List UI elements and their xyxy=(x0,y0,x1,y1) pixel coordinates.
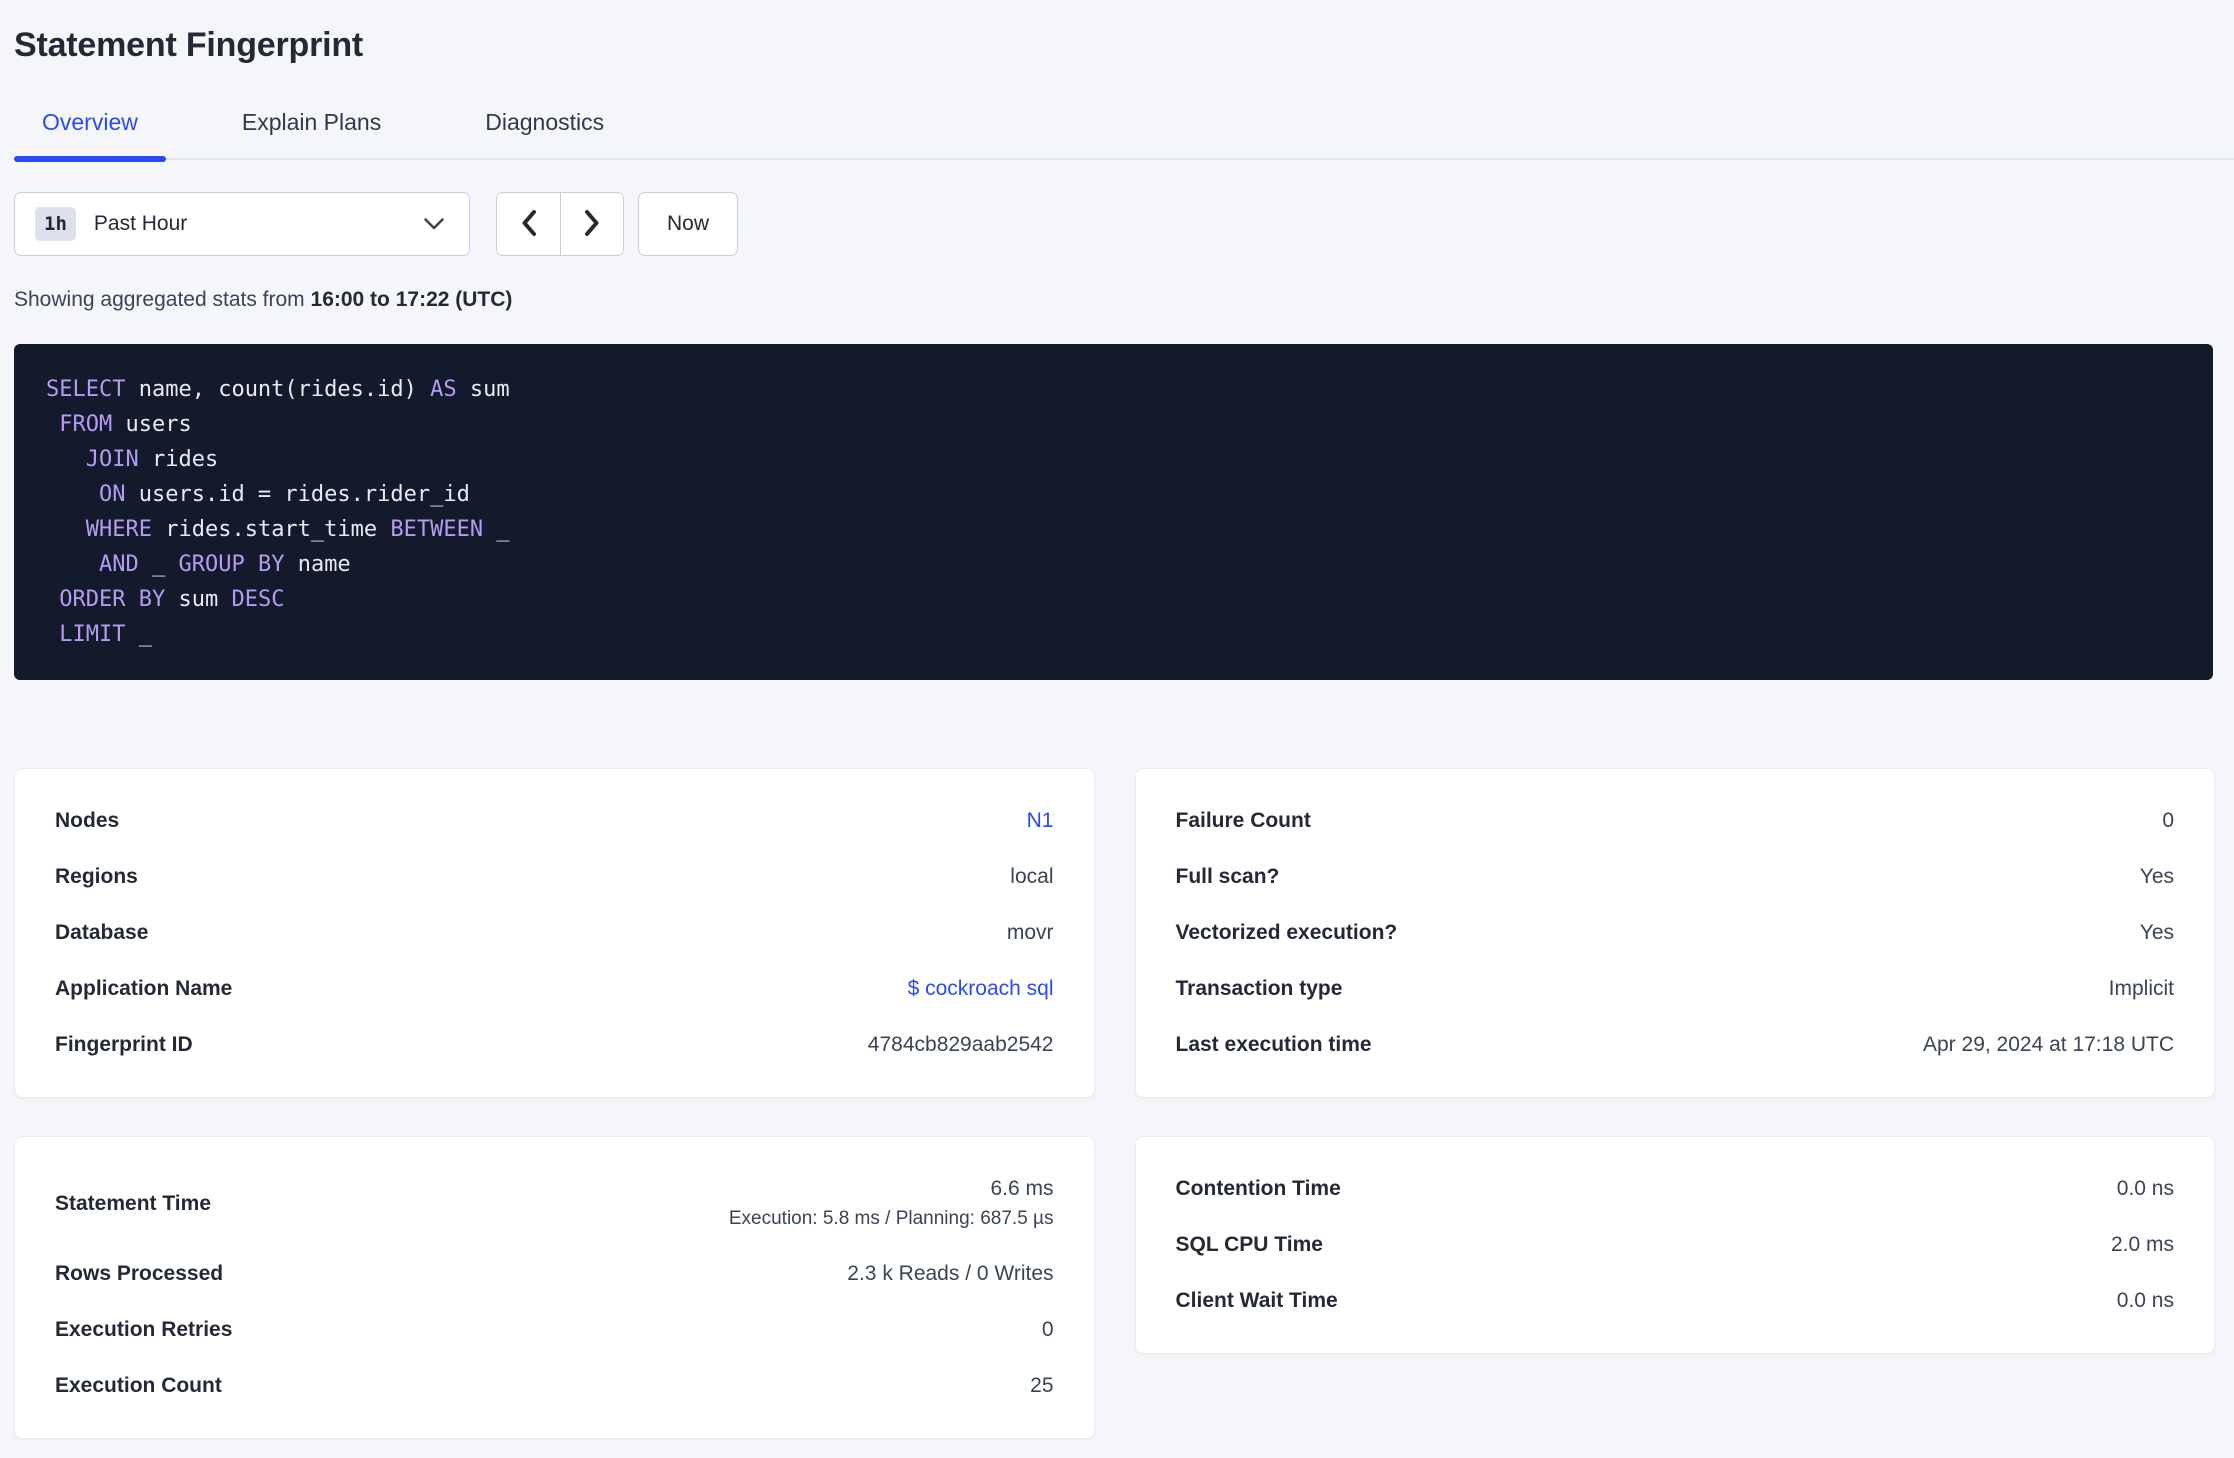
page-title: Statement Fingerprint xyxy=(14,26,364,64)
row-label-transaction-type: Transaction type xyxy=(1175,977,1343,1000)
sql-code: SELECT name, count(rides.id) AS sum FROM… xyxy=(46,377,510,647)
statement-fingerprint-page: Statement Fingerprint Overview Explain P… xyxy=(0,0,2234,1458)
card-wait-times: Contention Time 0.0 ns SQL CPU Time 2.0 … xyxy=(1134,1136,2215,1354)
row-label-application-name: Application Name xyxy=(55,977,233,1000)
time-range-pager xyxy=(496,192,624,256)
row-label-client-wait-time: Client Wait Time xyxy=(1175,1289,1338,1312)
vectorized-execution-value: Yes xyxy=(2139,921,2174,944)
row-label-nodes: Nodes xyxy=(55,809,120,832)
table-row: SQL CPU Time 2.0 ms xyxy=(1176,1217,2175,1273)
time-range-label: Past Hour xyxy=(93,212,188,235)
table-row: Fingerprint ID 4784cb829aab2542 xyxy=(55,1017,1054,1073)
table-row: Regions local xyxy=(55,849,1054,905)
row-label-regions: Regions xyxy=(55,865,138,888)
now-button[interactable]: Now xyxy=(638,192,739,256)
contention-time-value: 0.0 ns xyxy=(2116,1177,2174,1200)
transaction-type-value: Implicit xyxy=(2108,977,2174,1000)
chevron-left-icon xyxy=(518,208,540,241)
regions-value: local xyxy=(1010,865,1054,888)
row-label-database: Database xyxy=(55,921,149,944)
table-row: Transaction type Implicit xyxy=(1176,961,2175,1017)
time-range-badge: 1h xyxy=(35,207,76,241)
table-row: Vectorized execution? Yes xyxy=(1176,905,2175,961)
row-label-execution-retries: Execution Retries xyxy=(55,1318,233,1341)
summary-cards: Nodes N1 Regions local Database movr App… xyxy=(14,768,2215,1439)
row-label-contention-time: Contention Time xyxy=(1175,1177,1341,1200)
table-row: Failure Count 0 xyxy=(1176,793,2175,849)
prev-range-button[interactable] xyxy=(497,193,560,255)
tab-diagnostics[interactable]: Diagnostics xyxy=(457,99,632,158)
full-scan-value: Yes xyxy=(2139,865,2174,888)
sql-cpu-time-value: 2.0 ms xyxy=(2110,1233,2174,1256)
row-label-last-execution-time: Last execution time xyxy=(1175,1033,1372,1056)
card-execution-stats: Statement Time 6.6 ms Execution: 5.8 ms … xyxy=(14,1136,1095,1439)
tab-explain-plans[interactable]: Explain Plans xyxy=(214,99,409,158)
execution-count-value: 25 xyxy=(1030,1374,1054,1397)
row-label-sql-cpu-time: SQL CPU Time xyxy=(1175,1233,1323,1256)
chevron-down-icon xyxy=(423,217,445,231)
card-statement-details: Nodes N1 Regions local Database movr App… xyxy=(14,768,1095,1098)
rows-processed-value: 2.3 k Reads / 0 Writes xyxy=(847,1262,1054,1285)
row-label-vectorized-execution: Vectorized execution? xyxy=(1175,921,1398,944)
time-range-toolbar: 1h Past Hour Now xyxy=(14,192,2214,256)
statement-time-values: 6.6 ms Execution: 5.8 ms / Planning: 687… xyxy=(729,1177,1054,1230)
row-label-rows-processed: Rows Processed xyxy=(55,1262,224,1285)
card-execution-attributes: Failure Count 0 Full scan? Yes Vectorize… xyxy=(1134,768,2215,1098)
database-value: movr xyxy=(1006,921,1054,944)
chevron-right-icon xyxy=(581,208,603,241)
aggregated-stats-text: Showing aggregated stats from 16:00 to 1… xyxy=(14,288,2214,312)
table-row: Last execution time Apr 29, 2024 at 17:1… xyxy=(1176,1017,2175,1073)
table-row: Nodes N1 xyxy=(55,793,1054,849)
row-label-full-scan: Full scan? xyxy=(1175,865,1280,888)
application-name-link[interactable]: $ cockroach sql xyxy=(908,977,1054,1001)
aggregated-stats-prefix: Showing aggregated stats from xyxy=(14,288,311,311)
row-label-fingerprint-id: Fingerprint ID xyxy=(55,1033,193,1056)
time-range-select[interactable]: 1h Past Hour xyxy=(14,192,470,256)
table-row: Statement Time 6.6 ms Execution: 5.8 ms … xyxy=(55,1161,1054,1246)
last-execution-time-value: Apr 29, 2024 at 17:18 UTC xyxy=(1923,1033,2174,1056)
row-label-failure-count: Failure Count xyxy=(1175,809,1311,832)
client-wait-time-value: 0.0 ns xyxy=(2116,1289,2174,1312)
next-range-button[interactable] xyxy=(560,193,623,255)
table-row: Application Name $ cockroach sql xyxy=(55,961,1054,1017)
row-label-statement-time: Statement Time xyxy=(55,1191,211,1215)
table-row: Rows Processed 2.3 k Reads / 0 Writes xyxy=(55,1246,1054,1302)
statement-time-value: 6.6 ms xyxy=(990,1177,1054,1200)
table-row: Database movr xyxy=(55,905,1054,961)
tab-overview[interactable]: Overview xyxy=(14,99,166,162)
execution-retries-value: 0 xyxy=(1041,1318,1054,1341)
table-row: Execution Retries 0 xyxy=(55,1302,1054,1358)
table-row: Full scan? Yes xyxy=(1176,849,2175,905)
row-label-execution-count: Execution Count xyxy=(55,1374,222,1397)
table-row: Client Wait Time 0.0 ns xyxy=(1176,1273,2175,1329)
aggregated-stats-range: 16:00 to 17:22 (UTC) xyxy=(310,288,513,311)
table-row: Contention Time 0.0 ns xyxy=(1176,1161,2175,1217)
sql-statement-box: SELECT name, count(rides.id) AS sum FROM… xyxy=(14,344,2213,680)
failure-count-value: 0 xyxy=(2162,809,2174,832)
statement-time-breakdown: Execution: 5.8 ms / Planning: 687.5 µs xyxy=(728,1208,1054,1229)
nodes-link[interactable]: N1 xyxy=(1027,809,1054,833)
table-row: Execution Count 25 xyxy=(55,1358,1054,1414)
fingerprint-id-value: 4784cb829aab2542 xyxy=(867,1033,1054,1056)
tab-bar: Overview Explain Plans Diagnostics xyxy=(14,99,2234,162)
